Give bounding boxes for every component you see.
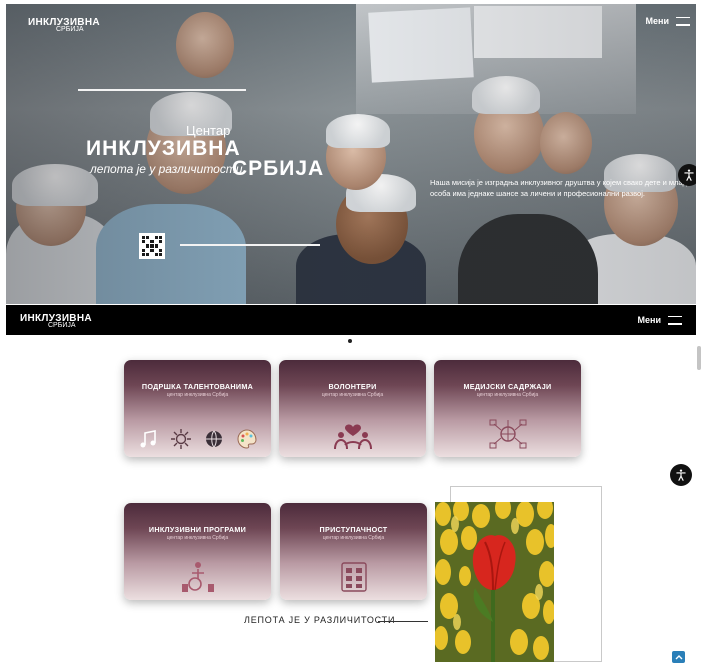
card-accessibility[interactable]: ПРИСТУПАЧНОСТ центар инклузивна Србија bbox=[280, 503, 427, 600]
hamburger-icon bbox=[668, 315, 682, 325]
hero-divider-bottom bbox=[180, 244, 320, 246]
qr-code[interactable] bbox=[139, 233, 165, 259]
card-title: ПРИСТУПАЧНОСТ bbox=[319, 525, 388, 534]
card-subtitle: центар инклузивна Србија bbox=[321, 392, 384, 398]
globe-icon bbox=[206, 430, 222, 448]
sun-icon bbox=[171, 429, 191, 449]
music-icon bbox=[140, 430, 156, 448]
carousel-dot[interactable] bbox=[348, 339, 352, 343]
media-network-icon bbox=[489, 419, 526, 449]
navbar-logo[interactable]: ИНКЛУЗИВНА СРБИЈА bbox=[20, 314, 92, 330]
sticky-navbar: ИНКЛУЗИВНА СРБИЈА Мени bbox=[6, 305, 696, 335]
card-talent-support[interactable]: ПОДРШКА ТАЛЕНТОВАНИМА центар инклузивна … bbox=[124, 360, 271, 457]
hero-title-srbija: СРБИЈА bbox=[232, 157, 325, 180]
hamburger-icon bbox=[676, 16, 690, 26]
hero-title-main: ИНКЛУЗИВНА bbox=[86, 137, 241, 160]
card-media-content[interactable]: МЕДИЈСКИ САДРЖАЈИ центар инклузивна Срби… bbox=[434, 360, 581, 457]
hero-menu-button[interactable]: Мени bbox=[646, 16, 690, 26]
scroll-to-top-button[interactable] bbox=[672, 651, 685, 663]
hero-title-centar: Центар bbox=[186, 123, 231, 138]
footer-motto: ЛЕПОТА ЈЕ У РАЗЛИЧИТОСТИ bbox=[244, 615, 396, 625]
accessibility-icon bbox=[684, 169, 694, 181]
accessibility-icon bbox=[676, 469, 686, 481]
navbar-menu-button[interactable]: Мени bbox=[638, 315, 682, 325]
tulips-photo bbox=[435, 502, 554, 662]
card-subtitle: центар инклузивна Србија bbox=[166, 535, 229, 541]
card-title: МЕДИЈСКИ САДРЖАЈИ bbox=[463, 382, 552, 391]
hero-banner: ИНКЛУЗИВНА СРБИЈА Мени Центар ИНКЛУЗИВНА… bbox=[6, 4, 696, 304]
card-title: ПОДРШКА ТАЛЕНТОВАНИМА bbox=[141, 382, 254, 391]
hero-divider-top bbox=[78, 89, 246, 91]
hero-logo[interactable]: ИНКЛУЗИВНА СРБИЈА bbox=[28, 18, 100, 34]
tulip-image bbox=[435, 502, 554, 662]
scrollbar-thumb[interactable] bbox=[697, 346, 701, 370]
card-subtitle: центар инклузивна Србија bbox=[166, 392, 229, 398]
inclusion-icon bbox=[181, 562, 214, 592]
accessibility-button[interactable] bbox=[670, 464, 692, 486]
accessibility-button-hero[interactable] bbox=[678, 164, 696, 186]
logo-text-sub: СРБИЈА bbox=[56, 26, 84, 33]
card-title: ИНКЛУЗИВНИ ПРОГРАМИ bbox=[148, 525, 247, 534]
volunteers-heart-icon bbox=[333, 424, 372, 450]
hero-title-motto: лепота је у различитости bbox=[90, 162, 243, 176]
card-subtitle: центар инклузивна Србија bbox=[476, 392, 539, 398]
chevron-up-icon bbox=[675, 655, 682, 660]
accessibility-board-icon bbox=[340, 562, 367, 592]
menu-label: Мени bbox=[637, 315, 661, 325]
logo-text-sub: СРБИЈА bbox=[48, 322, 76, 329]
palette-icon bbox=[237, 429, 257, 449]
card-subtitle: центар инклузивна Србија bbox=[322, 535, 385, 541]
hero-description: Наша мисија је изградња инклузивног друш… bbox=[430, 178, 692, 198]
menu-label: Мени bbox=[645, 16, 669, 26]
card-title: ВОЛОНТЕРИ bbox=[328, 382, 377, 391]
card-inclusive-programs[interactable]: ИНКЛУЗИВНИ ПРОГРАМИ центар инклузивна Ср… bbox=[124, 503, 271, 600]
footer-motto-line bbox=[378, 621, 428, 622]
card-volunteers[interactable]: ВОЛОНТЕРИ центар инклузивна Србија bbox=[279, 360, 426, 457]
